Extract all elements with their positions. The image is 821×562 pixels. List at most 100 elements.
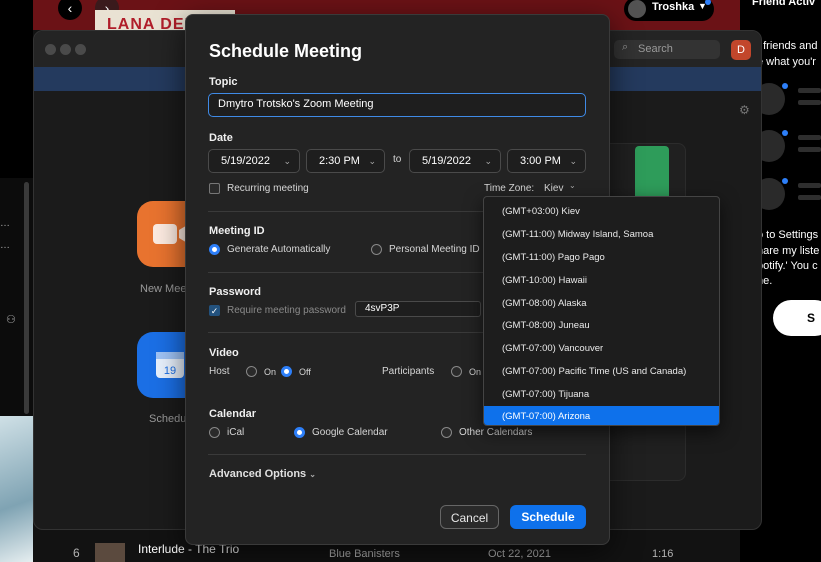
online-dot: [782, 130, 788, 136]
chevron-down-icon: ⌄: [368, 156, 376, 166]
friends-icon[interactable]: ⚇: [6, 313, 16, 326]
require-password-checkbox[interactable]: ✓: [209, 305, 220, 316]
timezone-dropdown: (GMT+03:00) Kiev (GMT-11:00) Midway Isla…: [483, 196, 720, 426]
calendar-label: Calendar: [209, 408, 257, 420]
track-album: Blue Banisters: [329, 548, 400, 560]
settings-button[interactable]: S: [773, 300, 821, 336]
friend-text: potify.' You c: [757, 260, 818, 272]
gear-icon[interactable]: ⚙: [739, 103, 750, 117]
avatar: [628, 0, 646, 18]
chevron-down-icon: ⌄: [283, 156, 291, 166]
close-window-button[interactable]: [45, 44, 56, 55]
personal-meeting-id-label: Personal Meeting ID: [389, 244, 480, 255]
track-duration: 1:16: [652, 548, 674, 560]
minimize-window-button[interactable]: [60, 44, 71, 55]
dialog-title: Schedule Meeting: [209, 41, 363, 61]
recurring-label: Recurring meeting: [227, 183, 309, 194]
participants-label: Participants: [382, 366, 435, 377]
end-time-select[interactable]: 3:00 PM ⌄: [507, 149, 586, 173]
advanced-options-toggle[interactable]: Advanced Options ⌄: [209, 468, 316, 480]
timezone-option[interactable]: (GMT-08:00) Alaska: [484, 293, 719, 314]
timezone-option[interactable]: (GMT-07:00) Vancouver: [484, 338, 719, 359]
timezone-option[interactable]: (GMT+03:00) Kiev: [484, 201, 719, 222]
friend-text: t friends and: [757, 40, 818, 52]
password-label: Password: [209, 286, 261, 298]
date-label: Date: [209, 132, 233, 144]
track-art: [95, 543, 125, 562]
other-calendars-radio[interactable]: [441, 427, 452, 438]
timezone-option[interactable]: (GMT-08:00) Juneau: [484, 315, 719, 336]
search-icon: ⌕: [622, 41, 629, 53]
track-date: Oct 22, 2021: [488, 548, 551, 560]
topic-input[interactable]: Dmytro Trotsko's Zoom Meeting: [208, 93, 586, 117]
timezone-option[interactable]: (GMT-07:00) Pacific Time (US and Canada): [484, 361, 719, 382]
host-on-label: On: [264, 367, 277, 377]
placeholder-line: [798, 195, 821, 200]
start-time-select[interactable]: 2:30 PM ⌄: [306, 149, 385, 173]
start-time-value: 2:30 PM: [319, 155, 360, 167]
topic-label: Topic: [209, 76, 238, 88]
generate-automatically-radio[interactable]: [209, 244, 220, 255]
google-calendar-radio[interactable]: [294, 427, 305, 438]
divider: [208, 454, 586, 455]
participants-on-label: On: [469, 367, 482, 377]
search-input[interactable]: Search: [614, 40, 720, 59]
notification-dot: [705, 0, 711, 5]
placeholder-line: [798, 135, 821, 140]
ellipsis-icon: …: [0, 240, 10, 251]
timezone-option[interactable]: (GMT-10:00) Hawaii: [484, 270, 719, 291]
spotify-scrollbar[interactable]: [24, 182, 29, 414]
placeholder-line: [798, 183, 821, 188]
user-menu[interactable]: Troshka ▼: [624, 0, 714, 21]
chevron-down-icon: ⌄: [309, 470, 316, 479]
user-name: Troshka: [652, 1, 695, 13]
friend-text: e what you'r: [757, 56, 816, 68]
end-date-select[interactable]: 5/19/2022 ⌄: [409, 149, 501, 173]
password-input[interactable]: 4svP3P: [355, 301, 481, 317]
svg-text:19: 19: [164, 365, 176, 377]
avatar[interactable]: D: [731, 40, 751, 60]
ellipsis-icon: …: [0, 218, 10, 229]
host-video-off-radio[interactable]: [281, 366, 292, 377]
host-video-on-radio[interactable]: [246, 366, 257, 377]
personal-meeting-id-radio[interactable]: [371, 244, 382, 255]
google-calendar-label: Google Calendar: [312, 427, 388, 438]
end-time-value: 3:00 PM: [520, 155, 561, 167]
timezone-label: Time Zone:: [484, 183, 535, 194]
to-label: to: [393, 154, 402, 165]
advanced-options-label: Advanced Options: [209, 468, 307, 480]
friend-activity-title: Friend Activ: [752, 0, 816, 8]
chevron-down-icon: ⌄: [569, 156, 577, 166]
meeting-id-label: Meeting ID: [209, 225, 265, 237]
start-date-select[interactable]: 5/19/2022 ⌄: [208, 149, 300, 173]
timezone-option[interactable]: (GMT-07:00) Tijuana: [484, 384, 719, 405]
track-number: 6: [73, 546, 80, 560]
zoom-window-button[interactable]: [75, 44, 86, 55]
online-dot: [782, 83, 788, 89]
cancel-button[interactable]: Cancel: [440, 505, 499, 529]
chevron-down-icon: ⌄: [484, 156, 492, 166]
video-label: Video: [209, 347, 239, 359]
online-dot: [782, 178, 788, 184]
schedule-label: Schedu: [149, 413, 187, 425]
new-meeting-label: New Meet: [140, 283, 190, 295]
ical-radio[interactable]: [209, 427, 220, 438]
ical-label: iCal: [227, 427, 245, 438]
require-password-label: Require meeting password: [227, 305, 346, 316]
placeholder-line: [798, 147, 821, 152]
chevron-down-icon: ⌄: [569, 181, 576, 190]
timezone-select[interactable]: Kiev: [544, 183, 563, 194]
participants-video-on-radio[interactable]: [451, 366, 462, 377]
end-date-value: 5/19/2022: [422, 155, 471, 167]
schedule-button[interactable]: Schedule: [510, 505, 586, 529]
friend-text: hare my liste: [757, 245, 820, 257]
placeholder-line: [798, 100, 821, 105]
placeholder-line: [798, 88, 821, 93]
timezone-option[interactable]: (GMT-11:00) Midway Island, Samoa: [484, 224, 719, 245]
host-off-label: Off: [299, 367, 311, 377]
timezone-option-selected[interactable]: (GMT-07:00) Arizona: [484, 406, 719, 425]
start-date-value: 5/19/2022: [221, 155, 270, 167]
recurring-checkbox[interactable]: [209, 183, 220, 194]
generate-automatically-label: Generate Automatically: [227, 244, 331, 255]
timezone-option[interactable]: (GMT-11:00) Pago Pago: [484, 247, 719, 268]
